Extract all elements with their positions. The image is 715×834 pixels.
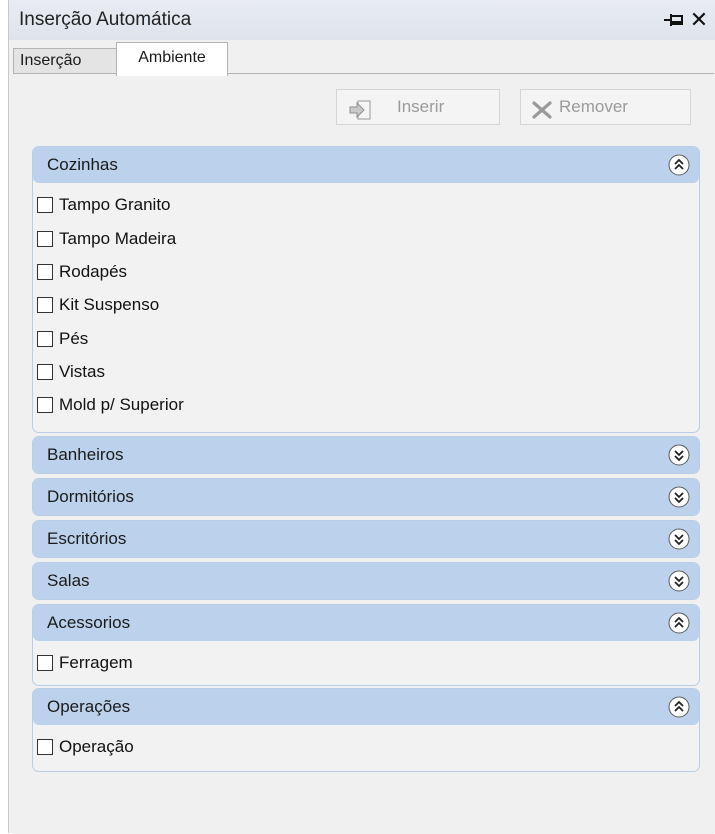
group-operacoes: Operações Operação — [32, 688, 700, 772]
pin-icon[interactable] — [663, 12, 685, 28]
chevron-double-up-icon[interactable] — [668, 612, 690, 634]
list-item[interactable]: Kit Suspenso — [37, 290, 159, 320]
checkbox[interactable] — [37, 655, 53, 671]
chevron-double-down-icon[interactable] — [668, 444, 690, 466]
item-label: Operação — [59, 737, 134, 756]
group-header-dormitorios[interactable]: Dormitórios — [33, 479, 699, 515]
group-salas: Salas — [32, 562, 700, 600]
item-label: Ferragem — [59, 653, 133, 672]
checkbox[interactable] — [37, 739, 53, 755]
chevron-double-down-icon[interactable] — [668, 570, 690, 592]
group-header-acessorios[interactable]: Acessorios — [33, 605, 699, 641]
chevron-double-up-icon[interactable] — [668, 154, 690, 176]
group-title: Escritórios — [47, 529, 127, 548]
group-dormitorios: Dormitórios — [32, 478, 700, 516]
item-label: Rodapés — [59, 262, 128, 281]
group-cozinhas: Cozinhas Tampo Granito Tampo Madeira Rod… — [32, 146, 700, 433]
chevron-double-down-icon[interactable] — [668, 486, 690, 508]
item-label: Kit Suspenso — [59, 295, 160, 314]
insert-arrow-icon — [349, 98, 371, 120]
list-item[interactable]: Pés — [37, 324, 88, 354]
group-title: Cozinhas — [47, 155, 118, 174]
group-title: Banheiros — [47, 445, 124, 464]
tab-insercao[interactable]: Inserção — [13, 48, 117, 74]
list-item[interactable]: Vistas — [37, 357, 105, 387]
group-header-cozinhas[interactable]: Cozinhas — [33, 147, 699, 183]
list-item[interactable]: Mold p/ Superior — [37, 390, 184, 420]
list-item[interactable]: Tampo Granito — [37, 190, 171, 220]
group-title: Acessorios — [47, 613, 131, 632]
list-item[interactable]: Operação — [37, 732, 134, 762]
group-title: Dormitórios — [47, 487, 134, 506]
checkbox[interactable] — [37, 331, 53, 347]
group-header-salas[interactable]: Salas — [33, 563, 699, 599]
checkbox[interactable] — [37, 197, 53, 213]
item-label: Mold p/ Superior — [59, 395, 184, 414]
tab-strip: Inserção Ambiente — [9, 40, 715, 76]
checkbox[interactable] — [37, 364, 53, 380]
remove-button[interactable]: Remover — [520, 89, 691, 125]
item-label: Tampo Granito — [59, 195, 171, 214]
insert-button[interactable]: Inserir — [336, 89, 500, 125]
group-acessorios: Acessorios Ferragem — [32, 604, 700, 686]
checkbox[interactable] — [37, 397, 53, 413]
group-title: Operações — [47, 697, 131, 716]
tab-ambiente[interactable]: Ambiente — [116, 42, 228, 76]
list-item[interactable]: Tampo Madeira — [37, 224, 176, 254]
panel-title: Inserção Automática — [19, 9, 192, 30]
insert-button-label: Inserir — [397, 97, 445, 116]
checkbox[interactable] — [37, 297, 53, 313]
checkbox[interactable] — [37, 231, 53, 247]
item-label: Tampo Madeira — [59, 229, 177, 248]
group-escritorios: Escritórios — [32, 520, 700, 558]
group-header-banheiros[interactable]: Banheiros — [33, 437, 699, 473]
item-label: Vistas — [59, 362, 105, 381]
group-banheiros: Banheiros — [32, 436, 700, 474]
list-item[interactable]: Ferragem — [37, 648, 133, 678]
chevron-double-down-icon[interactable] — [668, 528, 690, 550]
panel-titlebar: Inserção Automática ✕ — [9, 0, 715, 40]
group-header-escritorios[interactable]: Escritórios — [33, 521, 699, 557]
tab-content: Inserir Remover Cozinhas Tampo Granito T… — [13, 73, 714, 834]
checkbox[interactable] — [37, 264, 53, 280]
remove-button-label: Remover — [559, 97, 628, 116]
list-item[interactable]: Rodapés — [37, 257, 127, 287]
auto-insert-panel: Inserção Automática ✕ Inserção Ambiente … — [8, 0, 715, 834]
item-label: Pés — [59, 329, 89, 348]
x-icon — [531, 98, 553, 119]
close-icon[interactable]: ✕ — [688, 8, 710, 32]
group-header-operacoes[interactable]: Operações — [33, 689, 699, 725]
chevron-double-up-icon[interactable] — [668, 696, 690, 718]
group-title: Salas — [47, 571, 90, 590]
